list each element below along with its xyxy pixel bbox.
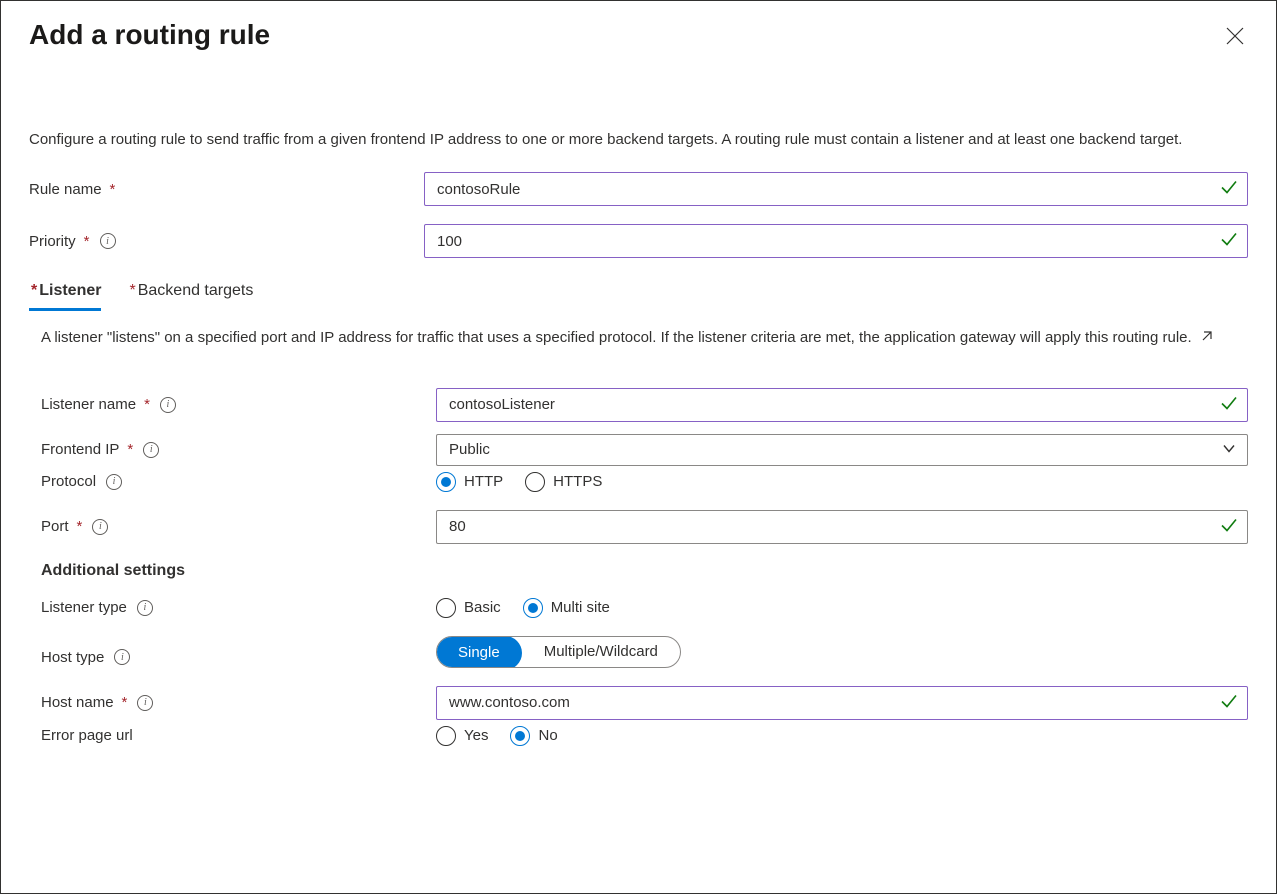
host-type-multiple[interactable]: Multiple/Wildcard xyxy=(522,637,680,667)
error-page-radio-group: Yes No xyxy=(436,726,1248,746)
port-input[interactable] xyxy=(436,510,1248,544)
tab-backend-targets[interactable]: *Backend targets xyxy=(127,276,253,311)
frontend-ip-select[interactable]: Public xyxy=(436,434,1248,466)
frontend-ip-label: Frontend IP* i xyxy=(41,441,436,458)
close-icon xyxy=(1226,27,1244,45)
info-icon[interactable]: i xyxy=(100,233,116,249)
panel-title: Add a routing rule xyxy=(29,19,270,51)
host-type-single[interactable]: Single xyxy=(436,636,522,668)
rule-name-input[interactable] xyxy=(424,172,1248,206)
protocol-http-radio[interactable]: HTTP xyxy=(436,472,503,492)
listener-type-basic-radio[interactable]: Basic xyxy=(436,598,501,618)
host-type-label: Host type i xyxy=(41,649,436,668)
listener-type-multi-radio[interactable]: Multi site xyxy=(523,598,610,618)
check-icon xyxy=(1220,394,1238,415)
info-icon[interactable]: i xyxy=(137,600,153,616)
additional-settings-heading: Additional settings xyxy=(41,562,1248,580)
protocol-https-radio[interactable]: HTTPS xyxy=(525,472,602,492)
check-icon xyxy=(1220,179,1238,200)
rule-name-label: Rule name* xyxy=(29,181,424,198)
close-button[interactable] xyxy=(1222,23,1248,49)
listener-type-label: Listener type i xyxy=(41,599,436,616)
info-icon[interactable]: i xyxy=(160,397,176,413)
check-icon xyxy=(1220,516,1238,537)
check-icon xyxy=(1220,231,1238,252)
listener-name-label: Listener name* i xyxy=(41,396,436,413)
check-icon xyxy=(1220,692,1238,713)
external-link-icon[interactable] xyxy=(1200,328,1214,350)
error-page-no-radio[interactable]: No xyxy=(510,726,557,746)
port-label: Port* i xyxy=(41,518,436,535)
protocol-radio-group: HTTP HTTPS xyxy=(436,472,1248,492)
error-page-yes-radio[interactable]: Yes xyxy=(436,726,488,746)
priority-label: Priority* i xyxy=(29,233,424,250)
host-name-input[interactable] xyxy=(436,686,1248,720)
priority-input[interactable] xyxy=(424,224,1248,258)
panel-description: Configure a routing rule to send traffic… xyxy=(29,129,1209,150)
tab-listener[interactable]: *Listener xyxy=(29,276,101,311)
protocol-label: Protocol i xyxy=(41,473,436,490)
info-icon[interactable]: i xyxy=(143,442,159,458)
info-icon[interactable]: i xyxy=(137,695,153,711)
info-icon[interactable]: i xyxy=(114,649,130,665)
tabs: *Listener *Backend targets xyxy=(29,276,1248,311)
host-type-toggle: Single Multiple/Wildcard xyxy=(436,636,681,668)
info-icon[interactable]: i xyxy=(106,474,122,490)
listener-type-radio-group: Basic Multi site xyxy=(436,598,1248,618)
listener-tab-description: A listener "listens" on a specified port… xyxy=(29,327,1229,350)
error-page-url-label: Error page url xyxy=(41,727,436,744)
info-icon[interactable]: i xyxy=(92,519,108,535)
add-routing-rule-panel: Add a routing rule Configure a routing r… xyxy=(0,0,1277,894)
host-name-label: Host name* i xyxy=(41,694,436,711)
listener-name-input[interactable] xyxy=(436,388,1248,422)
